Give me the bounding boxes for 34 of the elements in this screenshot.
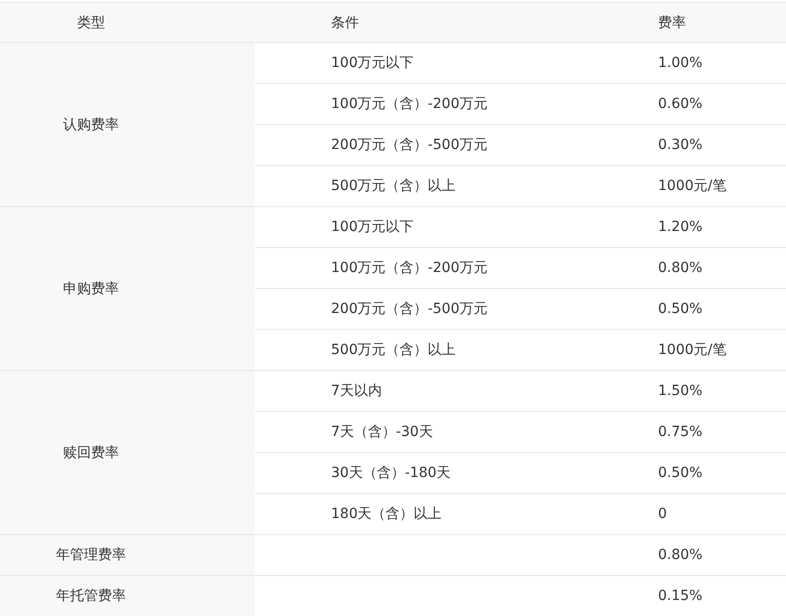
rate-value: 0.30% <box>658 137 702 153</box>
condition-text: 500万元（含）以上 <box>331 342 456 358</box>
fee-type: 申购费率 <box>62 280 120 298</box>
rate-value: 1.50% <box>658 383 702 399</box>
condition-text: 7天（含）-30天 <box>331 424 433 440</box>
rate-value: 0.15% <box>658 588 702 604</box>
condition-text: 180天（含）以上 <box>331 506 442 522</box>
rate-value: 1.20% <box>658 219 702 235</box>
rate-value: 0.50% <box>658 301 702 317</box>
condition-text: 30天（含）-180天 <box>331 465 451 481</box>
rate-value: 1.00% <box>658 55 702 71</box>
fee-type: 赎回费率 <box>62 444 120 462</box>
fee-type: 年管理费率 <box>55 546 127 564</box>
rate-value: 0.80% <box>658 547 702 563</box>
condition-text: 500万元（含）以上 <box>331 178 456 194</box>
condition-text: 100万元（含）-200万元 <box>331 260 488 276</box>
fee-type: 认购费率 <box>62 116 120 134</box>
condition-text: 100万元以下 <box>331 219 414 235</box>
condition-text: 200万元（含）-500万元 <box>331 137 488 153</box>
rate-value: 1000元/笔 <box>658 178 726 194</box>
rate-value: 0.60% <box>658 96 702 112</box>
condition-text: 7天以内 <box>331 383 382 399</box>
column-header: 费率 <box>658 14 686 30</box>
fee-type: 年托管费率 <box>55 587 127 606</box>
condition-text: 100万元（含）-200万元 <box>331 96 488 112</box>
rate-value: 0.80% <box>658 260 702 276</box>
rate-value: 0.50% <box>658 465 702 481</box>
condition-text: 200万元（含）-500万元 <box>331 301 488 317</box>
rate-value: 1000元/笔 <box>658 342 726 358</box>
column-header: 条件 <box>331 14 359 30</box>
column-header: 类型 <box>76 14 106 32</box>
rate-value: 0 <box>658 506 667 522</box>
rate-value: 0.75% <box>658 424 702 440</box>
condition-text: 100万元以下 <box>331 55 414 71</box>
